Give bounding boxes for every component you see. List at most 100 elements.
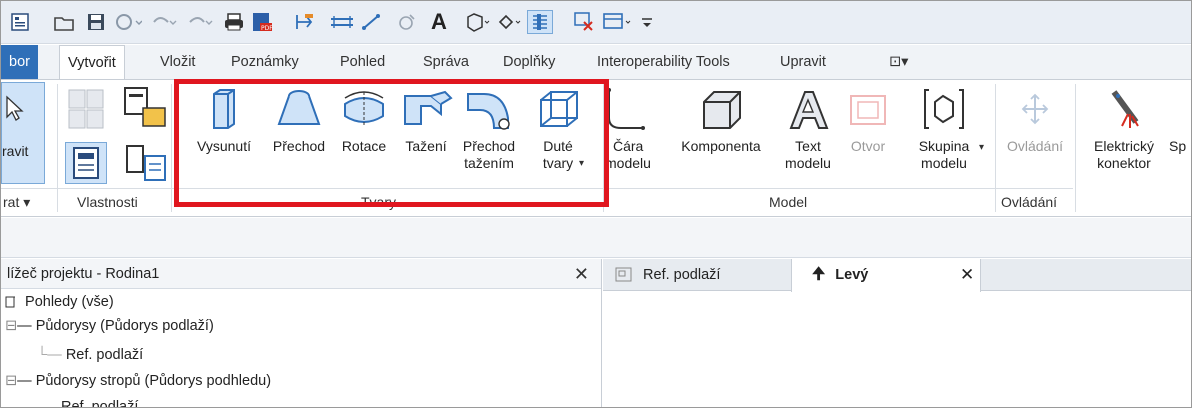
properties-button[interactable] (65, 142, 107, 184)
view-tab-left[interactable]: 🠉 Levý ✕ (791, 259, 981, 292)
project-browser-title: lížeč projektu - Rodina1 (7, 266, 160, 282)
model-panel-label[interactable]: Model (769, 194, 807, 210)
collapse-icon[interactable]: ⊟ (5, 318, 17, 334)
swept-blend-button[interactable]: Přechod tažením (453, 80, 525, 172)
tab-view[interactable]: Pohled (332, 45, 393, 79)
redo-icon[interactable] (185, 10, 215, 34)
switch-windows-icon[interactable] (601, 10, 635, 34)
project-browser-close-icon[interactable]: ✕ (574, 259, 589, 289)
drawing-area[interactable] (603, 292, 1191, 407)
control-panel-label[interactable]: Ovládání (1001, 194, 1057, 210)
panel-label-divider (1, 188, 171, 189)
view-tab-label: Ref. podlaží (643, 267, 721, 283)
cursor-arrow-icon (4, 95, 24, 124)
divider (57, 84, 58, 212)
app-menu-icon[interactable] (7, 10, 33, 34)
electrical-connector-label: Elektrický (1094, 138, 1154, 154)
component-label: Komponenta (681, 138, 761, 154)
section-icon[interactable] (495, 10, 525, 34)
close-windows-icon[interactable] (571, 10, 597, 34)
view-tabs: Ref. podlaží 🠉 Levý ✕ (603, 259, 1191, 292)
revolve-button[interactable]: Rotace (332, 80, 396, 155)
family-types-icon[interactable] (65, 86, 109, 137)
tab-addins[interactable]: Doplňky (495, 45, 563, 79)
family-category-icon[interactable] (121, 84, 169, 137)
text-icon[interactable]: A (427, 9, 451, 34)
tree-item-label: Půdorysy stropů (Půdorys podhledu) (35, 373, 272, 389)
model-line-icon (605, 80, 655, 138)
control-label: Ovládání (1006, 138, 1064, 154)
revolve-label: Rotace (341, 138, 387, 154)
options-bar (1, 218, 1191, 258)
tab-manage[interactable]: Správa (415, 45, 477, 79)
align-icon[interactable] (359, 10, 389, 34)
tree-item-ceiling-plans[interactable]: ⊟— Půdorysy stropů (Půdorys podhledu) (5, 369, 271, 393)
tree-item-ref-level-ceiling[interactable]: Ref. podlaží (61, 395, 138, 407)
tree-item-floor-plans[interactable]: ⊟— Půdorysy (Půdorys podlaží) (5, 314, 214, 338)
save-icon[interactable] (83, 10, 109, 34)
measure-icon[interactable] (291, 10, 317, 34)
print-icon[interactable] (221, 10, 247, 34)
revolve-icon (332, 80, 396, 138)
opening-label: Otvor (850, 138, 886, 154)
tab-annotate[interactable]: Poznámky (223, 45, 307, 79)
open-icon[interactable] (51, 10, 77, 34)
electrical-connector-icon (1081, 80, 1167, 138)
tab-panel-toggle[interactable]: ⊡▾ (881, 45, 916, 79)
revit-window: PDF A bor Vytvořit Vložit Poznámky Pohle… (0, 0, 1192, 408)
plan-view-icon (615, 267, 632, 282)
modify-select-button[interactable]: ravit (1, 82, 45, 184)
view-tab-ref-level[interactable]: Ref. podlaží (615, 259, 795, 291)
properties-panel-label[interactable]: Vlastnosti (77, 194, 138, 210)
blend-button[interactable]: Přechod (261, 80, 337, 155)
blend-icon (261, 80, 337, 138)
model-line-label: Čára (613, 138, 644, 154)
opening-icon (843, 80, 893, 138)
extrusion-label: Vysunutí (197, 138, 251, 154)
model-line-button[interactable]: Čára modelu (605, 80, 655, 172)
thin-lines-icon[interactable] (527, 10, 553, 34)
second-connector-button[interactable]: Sp (1169, 80, 1191, 155)
modify-button-label: ravit (2, 143, 29, 159)
tree-item-ref-level[interactable]: └— Ref. podlaží (37, 343, 143, 367)
customize-icon[interactable] (639, 10, 655, 34)
model-text-label: Text (795, 138, 821, 154)
ribbon-panel: ravit rat ▾ Vlastnosti Vysunutí Přechod … (1, 79, 1191, 217)
tab-create[interactable]: Vytvořit (59, 45, 125, 80)
model-group-button[interactable]: Skupina modelu (909, 80, 979, 172)
ribbon-tabs: bor Vytvořit Vložit Poznámky Pohled Sprá… (1, 45, 1191, 80)
type-properties-icon[interactable] (123, 142, 169, 187)
dimension-icon[interactable] (327, 10, 357, 34)
tree-item-label: Pohledy (vše) (25, 294, 114, 310)
forms-panel-label[interactable]: Tvary (361, 194, 396, 210)
model-group-dropdown-icon[interactable]: ▾ (979, 142, 984, 153)
void-forms-dropdown-icon[interactable]: ▾ (579, 158, 584, 169)
views-folder-icon (5, 296, 15, 308)
undo-icon[interactable] (149, 10, 179, 34)
sync-icon[interactable] (113, 10, 143, 34)
sweep-button[interactable]: Tažení (396, 80, 456, 155)
tab-modify[interactable]: Upravit (772, 45, 834, 79)
tree-item-views[interactable]: Pohledy (vše) (5, 290, 114, 314)
tab-select[interactable]: bor (1, 45, 38, 79)
model-text-button[interactable]: Text modelu (777, 80, 839, 172)
collapse-icon[interactable]: ⊟ (5, 373, 17, 389)
sweep-label: Tažení (405, 138, 447, 154)
tag-icon[interactable] (395, 10, 419, 34)
sweep-icon (396, 80, 456, 138)
extrusion-icon (184, 80, 264, 138)
component-button[interactable]: Komponenta (669, 80, 773, 155)
3d-view-icon[interactable] (461, 10, 491, 34)
tab-insert[interactable]: Vložit (152, 45, 203, 79)
tab-interoperability-tools[interactable]: Interoperability Tools (589, 45, 738, 79)
select-panel-label[interactable]: rat ▾ (3, 194, 30, 211)
svg-text:PDF: PDF (261, 25, 273, 32)
view-tab-close-icon[interactable]: ✕ (960, 259, 974, 291)
export-pdf-icon[interactable]: PDF (249, 10, 275, 34)
electrical-connector-button[interactable]: Elektrický konektor (1081, 80, 1167, 172)
extrusion-button[interactable]: Vysunutí (184, 80, 264, 155)
project-browser: lížeč projektu - Rodina1 ✕ Pohledy (vše)… (1, 259, 602, 407)
divider (171, 84, 172, 212)
model-group-label: Skupina (918, 138, 970, 154)
blend-label: Přechod (272, 138, 326, 154)
